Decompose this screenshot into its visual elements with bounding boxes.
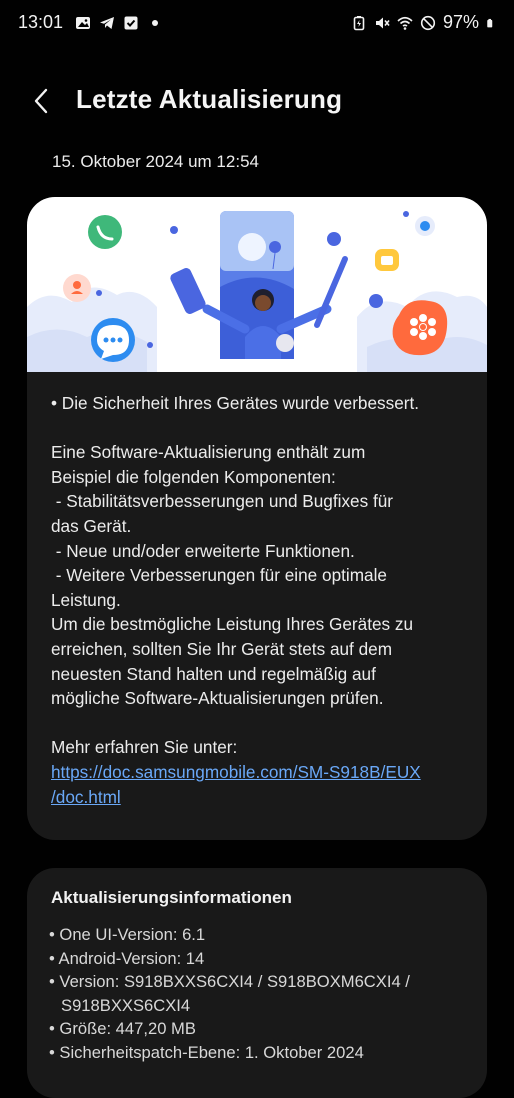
notes-line: - Weitere Verbesserungen für eine optima… [51,565,387,586]
status-bar-left: 13:01 [18,12,163,33]
doc-link-continued[interactable]: /doc.html [51,787,121,807]
dot-icon [152,19,159,26]
info-item-oneui: • One UI-Version: 6.1 [49,925,206,944]
update-info-card: Aktualisierungsinformationen • One UI-Ve… [27,868,487,1098]
update-date: 15. Oktober 2024 um 12:54 [52,152,259,171]
notes-line: - Stabilitätsverbesserungen und Bugfixes… [51,491,394,512]
dnd-icon [420,15,436,30]
update-banner-illustration [27,197,487,372]
battery-saver-icon [353,15,365,30]
app-header: Letzte Aktualisierung [0,76,514,126]
notes-line: mögliche Software-Aktualisierungen prüfe… [51,688,384,709]
telegram-icon [100,16,115,29]
notes-line: Beispiel die folgenden Komponenten: [51,466,336,487]
info-item-size: • Größe: 447,20 MB [49,1019,196,1039]
info-list: • One UI-Version: 6.1 • Android-Version:… [49,923,469,1065]
info-item-android: • Android-Version: 14 [49,948,205,968]
battery-icon [487,18,493,27]
back-button[interactable] [26,82,60,120]
status-bar-right: 97% [351,12,496,33]
doc-link[interactable]: https://doc.samsungmobile.com/SM-S918B/E… [51,762,421,782]
info-title: Aktualisierungsinformationen [51,888,292,907]
gallery-icon [76,16,91,29]
chevron-left-icon [34,88,48,114]
check-icon [124,16,138,29]
info-item-version: • Version: S918BXXS6CXI4 / S918BOXM6CXI4… [49,972,410,992]
release-notes-text: • Die Sicherheit Ihres Gerätes wurde ver… [51,391,471,809]
page-title: Letzte Aktualisierung [76,84,343,114]
status-time: 13:01 [18,12,64,32]
notes-line: Eine Software-Aktualisierung enthält zum [51,442,366,463]
notes-line: das Gerät. [51,515,132,536]
info-item-security-patch: • Sicherheitspatch-Ebene: 1. Oktober 202… [49,1042,364,1062]
battery-percent: 97% [442,12,479,32]
wifi-icon [397,16,413,30]
notes-line: neuesten Stand halten und regelmäßig auf [51,663,376,684]
notes-line: - Neue und/oder erweiterte Funktionen. [51,540,355,561]
notes-line: • Die Sicherheit Ihres Gerätes wurde ver… [51,393,420,413]
notes-line: Um die bestmögliche Leistung Ihres Gerät… [51,614,414,635]
notes-line: Mehr erfahren Sie unter: [51,737,238,758]
mute-icon [375,17,390,28]
release-notes-card: • Die Sicherheit Ihres Gerätes wurde ver… [27,197,487,840]
status-bar: 13:01 97% [0,0,514,46]
info-item-version-cont: S918BXXS6CXI4 [61,995,191,1015]
notes-line: erreichen, sollten Sie Ihr Gerät stets a… [51,638,393,659]
notes-line: Leistung. [51,589,121,610]
